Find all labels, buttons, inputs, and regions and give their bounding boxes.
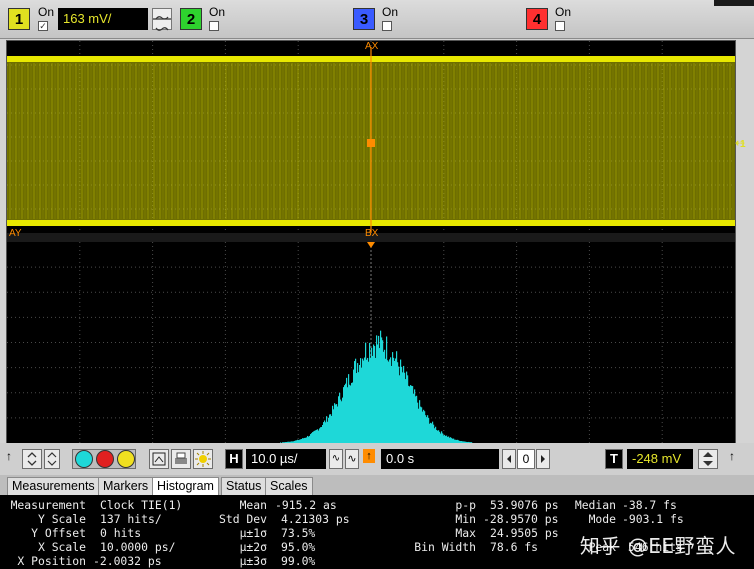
- timebase-field[interactable]: 10.0 µs/: [246, 449, 326, 469]
- value-x-scale: 10.0000 ps/: [100, 540, 176, 554]
- cyan-color-button[interactable]: [75, 450, 93, 468]
- value-median: -38.7 fs: [622, 498, 677, 512]
- channel-1-on-checkbox[interactable]: ✓: [38, 21, 48, 31]
- channel-1-button[interactable]: 1: [8, 8, 30, 30]
- label-min: Min: [455, 512, 476, 526]
- delay-zero-button[interactable]: 0: [517, 449, 535, 469]
- label-max: Max: [455, 526, 476, 540]
- marker-ay-label: AY: [9, 228, 22, 239]
- tab-measurements[interactable]: Measurements: [7, 477, 100, 495]
- scroll-arrow-icon[interactable]: ↑: [6, 449, 12, 463]
- trigger-marker-icon[interactable]: ↑: [363, 449, 375, 463]
- channel-3-button[interactable]: 3: [353, 8, 375, 30]
- label-y-offset: Y Offset: [31, 526, 86, 540]
- label-mode: Mode: [588, 512, 616, 526]
- label-bin-width: Bin Width: [414, 540, 476, 554]
- tab-markers[interactable]: Markers: [98, 477, 154, 495]
- waveform-display[interactable]: AX AY BX 1: [6, 40, 746, 444]
- delay-field[interactable]: 0.0 s: [381, 449, 499, 469]
- red-color-button[interactable]: [96, 450, 114, 468]
- scale-up-button[interactable]: [152, 8, 172, 20]
- trigger-position-marker: [367, 242, 375, 248]
- marker-handle: [367, 139, 375, 147]
- label-y-scale: Y Scale: [37, 512, 86, 526]
- zoom-updown-button[interactable]: [22, 449, 42, 469]
- label-3sigma: µ±3σ: [239, 554, 267, 568]
- trigger-level-field[interactable]: -248 mV: [627, 449, 693, 469]
- printer-icon[interactable]: [171, 449, 191, 469]
- value-measurement: Clock TIE(1): [100, 498, 183, 512]
- value-y-offset: 0 hits: [100, 526, 142, 540]
- channel-4-button[interactable]: 4: [526, 8, 548, 30]
- value-std-dev: 4.21303 ps: [281, 512, 350, 526]
- autoscale-icon[interactable]: [149, 449, 169, 469]
- label-measurement: Measurement: [10, 498, 86, 512]
- value-bin-width: 78.6 fs: [490, 540, 539, 554]
- channel-4-on-checkbox[interactable]: [555, 21, 565, 31]
- channel-2-on-checkbox[interactable]: [209, 21, 219, 31]
- label-x-scale: X Scale: [37, 540, 86, 554]
- tab-scales[interactable]: Scales: [265, 477, 313, 495]
- label-1sigma: µ±1σ: [239, 526, 267, 540]
- control-bar: ↑ H 10.0 µs/ ∿ ∿ ↑ 0.0 s 0 T -248 mV ↑: [0, 443, 754, 475]
- trigger-level-updown[interactable]: [698, 449, 718, 469]
- marker-ax-label: AX: [365, 41, 379, 52]
- channel-1-on-label: On: [38, 5, 55, 19]
- marker-bx-label: BX: [365, 228, 379, 239]
- waveform-icon[interactable]: ∿: [329, 449, 343, 469]
- channel-2-on-label: On: [209, 5, 226, 19]
- scale-down-button[interactable]: [152, 19, 172, 31]
- channel-bar: 1 On ✓ 163 mV/ 2 On 3 On 4 On: [0, 0, 754, 39]
- label-mean: Mean: [239, 498, 267, 512]
- channel-3-on-checkbox[interactable]: [382, 21, 392, 31]
- panel-tabs: Measurements Markers Histogram Status Sc…: [0, 475, 754, 495]
- value-min: -28.9570 ps: [483, 512, 559, 526]
- channel-3-on-label: On: [382, 5, 399, 19]
- tab-status[interactable]: Status: [221, 477, 267, 495]
- channel-1-ref-arrow-icon[interactable]: ⇠: [735, 136, 749, 150]
- value-3sigma: 99.0%: [281, 554, 316, 568]
- value-x-position: -2.0032 ps: [93, 554, 162, 568]
- channel-2-button[interactable]: 2: [180, 8, 202, 30]
- value-1sigma: 73.5%: [281, 526, 316, 540]
- horizontal-button[interactable]: H: [225, 449, 243, 469]
- fine-adjust-button[interactable]: [44, 449, 60, 469]
- scope-canvas: [7, 41, 735, 443]
- label-p-p: p-p: [455, 498, 476, 512]
- delay-right-button[interactable]: [536, 449, 550, 469]
- label-x-position: X Position: [17, 554, 86, 568]
- value-max: 24.9505 ps: [490, 526, 559, 540]
- value-y-scale: 137 hits/: [100, 512, 162, 526]
- value-mode: -903.1 fs: [622, 512, 684, 526]
- trigger-button[interactable]: T: [605, 449, 623, 469]
- panel-toggle-icon[interactable]: ↑: [729, 449, 735, 463]
- tab-histogram[interactable]: Histogram: [152, 477, 219, 495]
- yellow-color-button[interactable]: [117, 450, 135, 468]
- value-p-p: 53.9076 ps: [490, 498, 559, 512]
- channel-4-on-label: On: [555, 5, 572, 19]
- label-median: Median: [574, 498, 616, 512]
- value-2sigma: 95.0%: [281, 540, 316, 554]
- channel-1-scale-field[interactable]: 163 mV/: [58, 8, 148, 30]
- sine-icon[interactable]: ∿: [345, 449, 359, 469]
- delay-left-button[interactable]: [502, 449, 516, 469]
- sun-icon[interactable]: [193, 449, 213, 469]
- watermark: 知乎 @EE野蛮人: [579, 534, 736, 558]
- value-mean: -915.2 as: [275, 498, 337, 512]
- label-std-dev: Std Dev: [218, 512, 267, 526]
- topbar-edge: [714, 0, 754, 6]
- label-2sigma: µ±2σ: [239, 540, 267, 554]
